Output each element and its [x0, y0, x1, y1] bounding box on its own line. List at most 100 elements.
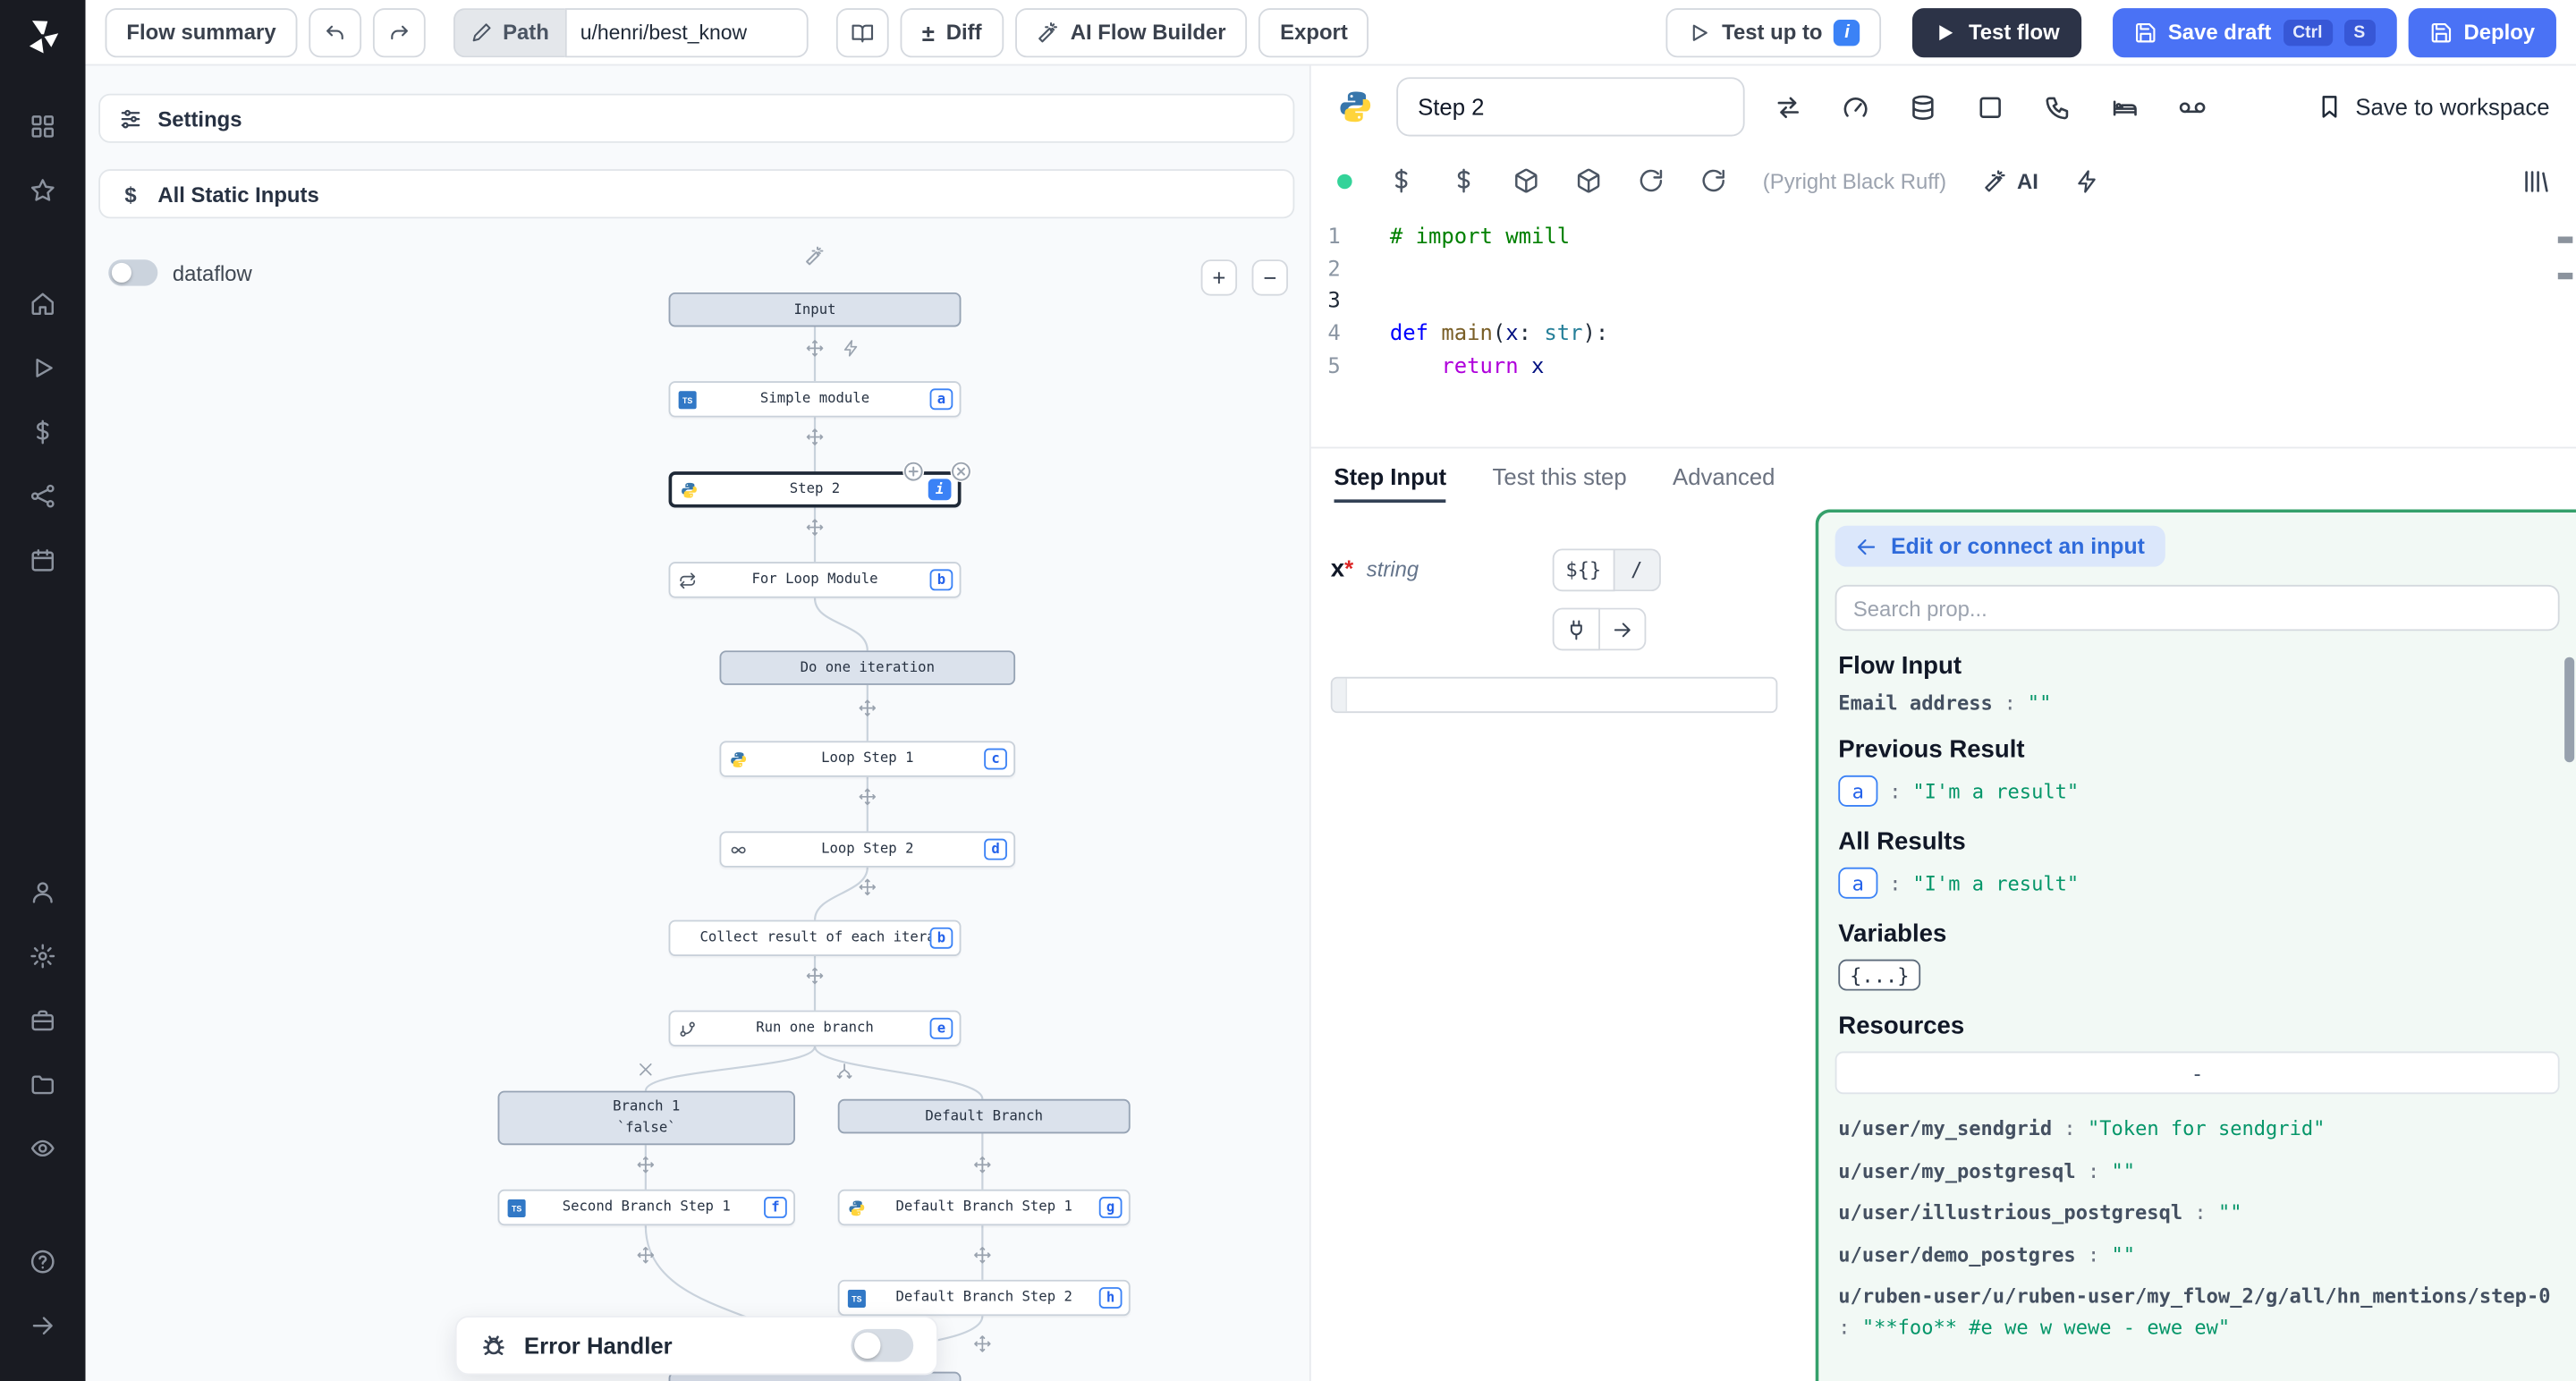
sidebar-item-runs[interactable]: [18, 343, 67, 393]
flow-node-do-one-iteration[interactable]: Do one iteration: [719, 650, 1015, 685]
cross-icon[interactable]: [806, 967, 824, 985]
sidebar-item-apps[interactable]: [18, 102, 67, 151]
sidebar-item-workers[interactable]: [18, 996, 67, 1045]
plus-circle-icon[interactable]: [902, 461, 924, 482]
flow-canvas[interactable]: Settings $ All Static Inputs dataflow + …: [86, 65, 1309, 1381]
cross-icon[interactable]: [859, 788, 877, 806]
result-chip[interactable]: a: [1838, 775, 1877, 807]
flow-summary-button[interactable]: Flow summary: [106, 7, 298, 56]
cross-icon[interactable]: [806, 339, 824, 357]
path-input[interactable]: [565, 7, 809, 56]
step-input-value-field[interactable]: [1331, 677, 1778, 713]
flow-node-input[interactable]: Input: [669, 292, 962, 327]
tab-step-input[interactable]: Step Input: [1334, 448, 1446, 503]
javascript-expr-button[interactable]: /: [1614, 548, 1660, 591]
diff-button[interactable]: ±Diff: [901, 7, 1004, 56]
arrow-right-button[interactable]: [1600, 608, 1646, 651]
docs-button[interactable]: [836, 7, 889, 56]
sidebar-item-favorites[interactable]: [18, 166, 67, 216]
prop-key[interactable]: Email address: [1838, 691, 1993, 715]
wand-icon[interactable]: [804, 246, 826, 267]
save-to-workspace-button[interactable]: Save to workspace: [2316, 94, 2549, 120]
test-flow-button[interactable]: Test flow: [1912, 7, 2080, 56]
cross-icon[interactable]: [637, 1246, 655, 1264]
resource-row[interactable]: u/user/demo_postgres : "": [1838, 1240, 2556, 1270]
flow-node-branch-1[interactable]: Branch 1`false`: [498, 1091, 795, 1146]
dollar-icon[interactable]: [1388, 167, 1414, 193]
result-chip[interactable]: a: [1838, 868, 1877, 899]
flow-node-default-branch-step-2[interactable]: TSDefault Branch Step 2h: [838, 1280, 1131, 1316]
ai-flow-builder-button[interactable]: AI Flow Builder: [1014, 7, 1247, 56]
resources-filter[interactable]: -: [1835, 1052, 2560, 1095]
sidebar-item-workspace-settings[interactable]: [18, 931, 67, 980]
gauge-icon[interactable]: [1842, 93, 1869, 121]
flow-node-second-branch-step-1[interactable]: TSSecond Branch Step 1f: [498, 1190, 795, 1225]
tab-test-this-step[interactable]: Test this step: [1493, 448, 1627, 503]
undo-button[interactable]: [309, 7, 361, 56]
plug-button[interactable]: [1553, 608, 1600, 651]
tab-advanced[interactable]: Advanced: [1673, 448, 1775, 503]
bed-icon[interactable]: [2111, 93, 2139, 121]
package-icon[interactable]: [1513, 167, 1539, 193]
sidebar-item-help[interactable]: [18, 1237, 67, 1286]
sidebar-item-expand-sidebar[interactable]: [18, 1301, 67, 1351]
flow-node-default-branch[interactable]: Default Branch: [838, 1099, 1131, 1134]
cross-icon[interactable]: [973, 1334, 991, 1352]
cross-icon[interactable]: [859, 699, 877, 717]
main-content: Settings $ All Static Inputs dataflow + …: [86, 65, 2576, 1381]
cross-icon[interactable]: [806, 428, 824, 445]
flow-node-simple-module[interactable]: TSSimple modulea: [669, 381, 962, 417]
step-name-input[interactable]: [1396, 77, 1744, 136]
resource-row[interactable]: u/user/my_sendgrid : "Token for sendgrid…: [1838, 1114, 2556, 1144]
sidebar-item-folders[interactable]: [18, 1060, 67, 1109]
resource-row[interactable]: u/ruben-user/u/ruben-user/my_flow_2/g/al…: [1838, 1282, 2556, 1343]
flow-node-loop-step-2[interactable]: Loop Step 2d: [719, 831, 1015, 867]
resource-row[interactable]: u/user/my_postgresql : "": [1838, 1156, 2556, 1186]
redo-button[interactable]: [373, 7, 426, 56]
flow-node-loop-step-1[interactable]: Loop Step 1c: [719, 741, 1015, 776]
zap-icon[interactable]: [2074, 168, 2099, 193]
template-expr-button[interactable]: ${}: [1553, 548, 1614, 591]
sidebar-item-variables[interactable]: [18, 408, 67, 457]
split-icon[interactable]: [835, 1062, 853, 1080]
zap-icon[interactable]: [842, 339, 860, 357]
prop-search-input[interactable]: [1835, 585, 2560, 631]
error-handler-toggle[interactable]: [851, 1329, 913, 1362]
ai-button[interactable]: AI: [1982, 168, 2038, 193]
sidebar-item-resources[interactable]: [18, 471, 67, 521]
edit-or-connect-button[interactable]: Edit or connect an input: [1835, 526, 2165, 567]
refresh-icon[interactable]: [1700, 167, 1726, 193]
library-icon[interactable]: [2521, 166, 2549, 194]
sidebar-item-home[interactable]: [18, 279, 67, 328]
code-editor[interactable]: 1# import wmill234def main(x: str):5 ret…: [1311, 214, 2576, 447]
flow-node-collect-result-of-each-iteration[interactable]: Collect result of each iterationb: [669, 920, 962, 956]
sidebar-item-audit-logs[interactable]: [18, 1123, 67, 1173]
cross-icon[interactable]: [806, 518, 824, 536]
deploy-button[interactable]: Deploy: [2408, 7, 2556, 56]
voicemail-icon[interactable]: [2179, 93, 2207, 121]
prop-picker-scrollbar[interactable]: [2564, 657, 2574, 763]
refresh-icon[interactable]: [1638, 167, 1664, 193]
cross-icon[interactable]: [859, 878, 877, 896]
flow-node-for-loop-module[interactable]: For Loop Moduleb: [669, 562, 962, 597]
x-icon[interactable]: [637, 1061, 655, 1079]
x-circle-icon[interactable]: [951, 461, 972, 482]
sidebar-item-schedules[interactable]: [18, 536, 67, 585]
export-button[interactable]: Export: [1258, 7, 1368, 56]
cross-icon[interactable]: [973, 1246, 991, 1264]
variables-chip[interactable]: {...}: [1838, 960, 1920, 991]
phone-icon[interactable]: [2044, 93, 2072, 121]
flow-node-run-one-branch[interactable]: Run one branche: [669, 1011, 962, 1046]
sidebar-item-users[interactable]: [18, 868, 67, 917]
cross-icon[interactable]: [637, 1156, 655, 1173]
resource-row[interactable]: u/user/illustrious_postgresql : "": [1838, 1198, 2556, 1228]
square-icon[interactable]: [1977, 93, 2004, 121]
flow-node-default-branch-step-1[interactable]: Default Branch Step 1g: [838, 1190, 1131, 1225]
dollar-icon[interactable]: [1451, 167, 1477, 193]
package-icon[interactable]: [1575, 167, 1601, 193]
database-icon[interactable]: [1909, 93, 1936, 121]
swap-icon[interactable]: [1775, 93, 1802, 121]
test-up-to-button[interactable]: Test up toi: [1666, 7, 1882, 56]
cross-icon[interactable]: [973, 1156, 991, 1173]
save-draft-button[interactable]: Save draftCtrlS: [2112, 7, 2396, 56]
